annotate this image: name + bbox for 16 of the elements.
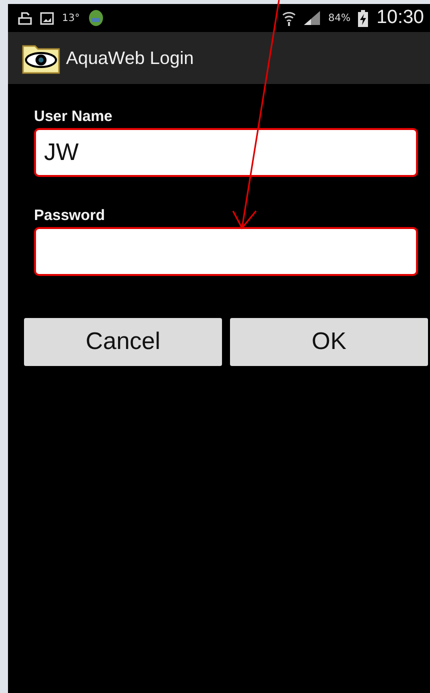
app-title: AquaWeb Login [66,48,194,68]
battery-charging-icon [358,10,368,26]
clock-time: 10:30 [376,7,424,29]
password-field[interactable] [34,227,418,276]
signal-icon [304,11,320,25]
temperature-text: 13° [62,12,80,24]
image-icon [40,12,54,24]
battery-percent: 84% [328,12,350,24]
usb-icon [18,12,32,24]
field-label: Password [34,207,106,224]
ok-button[interactable]: OK [230,318,428,366]
username-field[interactable]: JW [34,128,418,177]
robot-icon [88,10,104,26]
wifi-icon [282,10,296,26]
cancel-button[interactable]: Cancel [24,318,222,366]
field-label: User Name [34,108,114,125]
